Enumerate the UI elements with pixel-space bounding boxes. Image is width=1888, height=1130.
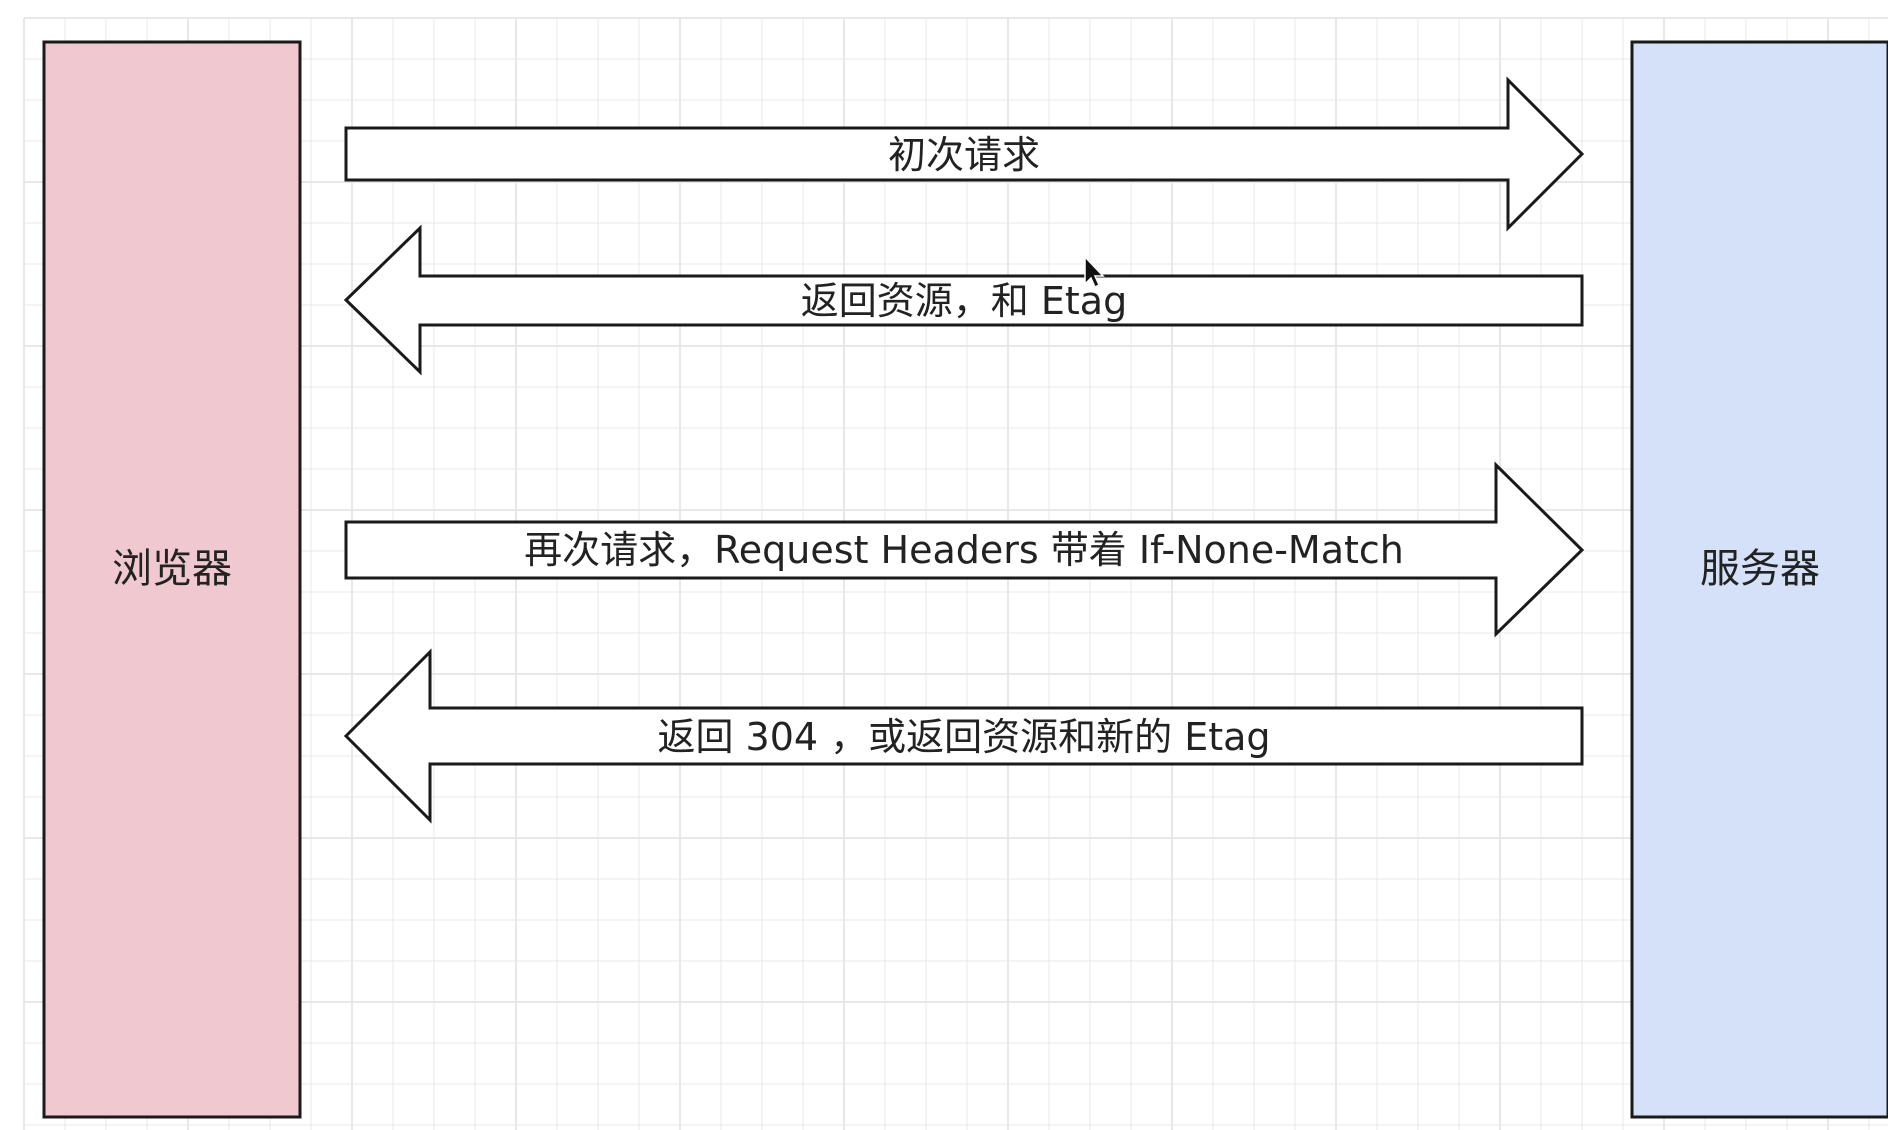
initial-request-label: 初次请求: [888, 133, 1040, 177]
browser-node-label: 浏览器: [112, 546, 232, 592]
diagram-svg: 浏览器 服务器 初次请求 返回资源，和 Etag 再次请求，Request He…: [23, 17, 1888, 1130]
return-resource-label: 返回资源，和 Etag: [801, 279, 1127, 323]
server-node-label: 服务器: [1700, 546, 1820, 592]
diagram-canvas: 浏览器 服务器 初次请求 返回资源，和 Etag 再次请求，Request He…: [0, 0, 1888, 1130]
conditional-request-label: 再次请求，Request Headers 带着 If-None-Match: [524, 528, 1404, 572]
return-304-label: 返回 304 ，或返回资源和新的 Etag: [657, 715, 1270, 759]
